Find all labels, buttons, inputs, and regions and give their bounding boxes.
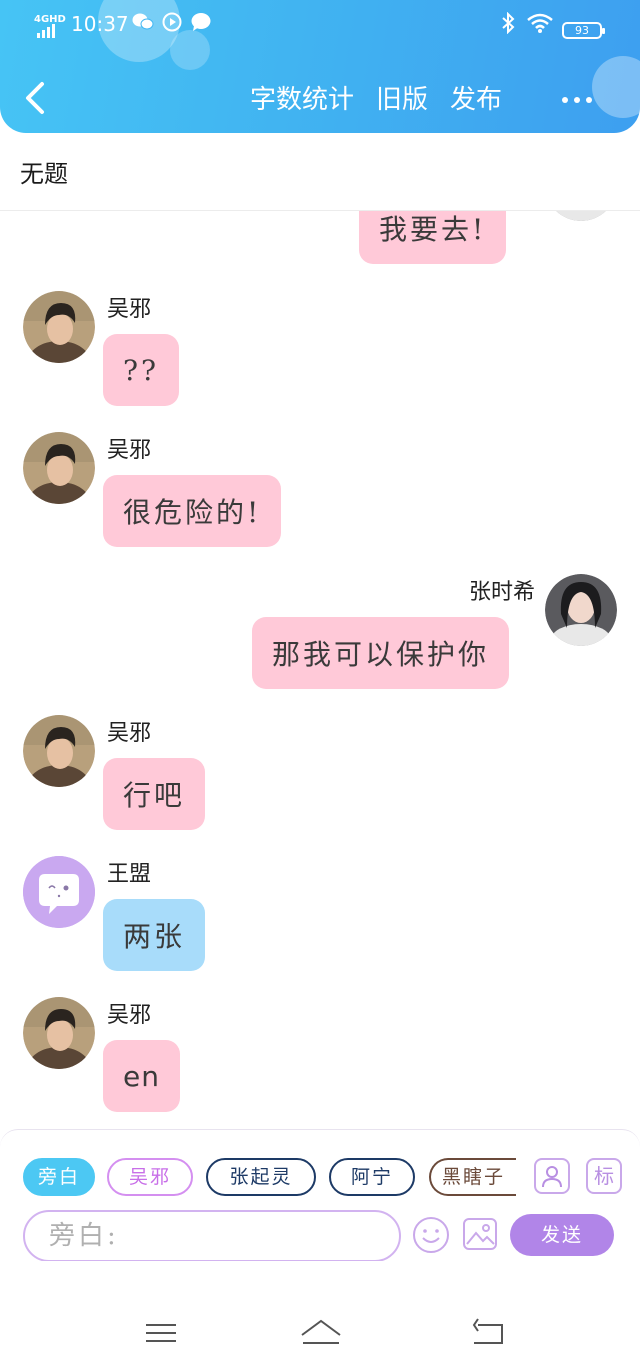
- home-icon: [301, 1319, 341, 1344]
- message-bubble[interactable]: 我要去!: [359, 211, 507, 264]
- chat-message: 张时希 那我可以保护你: [0, 574, 640, 689]
- chat-message: 吴邪 很危险的!: [0, 432, 640, 547]
- role-chip-narrator[interactable]: 旁白: [23, 1158, 95, 1196]
- video-icon: [162, 12, 182, 37]
- avatar-wu-xie[interactable]: [23, 715, 95, 787]
- more-dot-icon: [562, 97, 568, 103]
- message-icon: [190, 12, 212, 37]
- avatar-wang-meng[interactable]: [23, 856, 95, 928]
- mark-button[interactable]: 标: [586, 1158, 622, 1194]
- message-input[interactable]: [23, 1210, 401, 1262]
- message-bubble[interactable]: ??: [103, 334, 180, 406]
- wechat-icon: [132, 12, 154, 37]
- role-chip-hei-xiazi[interactable]: 黑瞎子: [429, 1158, 516, 1196]
- old-version-button[interactable]: 旧版: [376, 80, 428, 120]
- avatar-zhang-shixi[interactable]: [545, 574, 617, 646]
- input-area: 旁白 吴邪 张起灵 阿宁 黑瞎子 标 发送: [0, 1129, 640, 1262]
- chat-message: 我要去!: [0, 211, 640, 271]
- more-dot-icon: [586, 97, 592, 103]
- avatar-wu-xie[interactable]: [23, 432, 95, 504]
- sender-name: 张时希: [468, 580, 535, 605]
- publish-button[interactable]: 发布: [450, 80, 502, 120]
- role-chip-wu-xie[interactable]: 吴邪: [107, 1158, 193, 1196]
- signal-icon: [37, 24, 55, 38]
- chevron-left-icon: [26, 82, 44, 114]
- hamburger-icon: [146, 1324, 176, 1342]
- smiley-icon: [413, 1217, 449, 1253]
- title-bar: 无题: [0, 133, 640, 211]
- battery-indicator: 93: [562, 22, 605, 39]
- header-actions: 字数统计 旧版 发布: [250, 80, 502, 120]
- sender-name: 吴邪: [107, 1003, 152, 1028]
- message-bubble[interactable]: 两张: [103, 899, 206, 971]
- message-bubble[interactable]: 很危险的!: [103, 475, 282, 547]
- person-icon: [542, 1166, 562, 1188]
- sender-name: 王盟: [107, 862, 152, 887]
- emoji-button[interactable]: [412, 1216, 450, 1254]
- system-navigation-bar: [0, 1261, 640, 1372]
- word-count-button[interactable]: 字数统计: [250, 80, 354, 120]
- role-manage-button[interactable]: [534, 1158, 570, 1194]
- clock-time: 10:37: [71, 12, 129, 36]
- message-bubble[interactable]: 行吧: [103, 758, 206, 830]
- message-bubble[interactable]: 那我可以保护你: [252, 617, 510, 689]
- picture-icon: [463, 1218, 497, 1250]
- app-header: 4GHD 10:37 93 字数统计 旧版 发布: [0, 0, 640, 133]
- wifi-icon: [526, 12, 554, 39]
- message-bubble[interactable]: en: [103, 1040, 180, 1112]
- sender-name: 吴邪: [107, 721, 152, 746]
- status-bar: 4GHD 10:37 93: [0, 6, 640, 42]
- image-button[interactable]: [462, 1216, 498, 1252]
- home-nav-button[interactable]: [298, 1313, 344, 1353]
- more-options-button[interactable]: [562, 80, 602, 120]
- back-nav-button[interactable]: [470, 1313, 510, 1353]
- bluetooth-icon: [500, 11, 516, 39]
- sender-name: 吴邪: [107, 297, 152, 322]
- send-button[interactable]: 发送: [510, 1214, 614, 1256]
- return-icon: [472, 1318, 503, 1344]
- avatar-wu-xie[interactable]: [23, 997, 95, 1069]
- chat-message: 吴邪 行吧: [0, 715, 640, 830]
- story-title[interactable]: 无题: [20, 154, 68, 189]
- chat-message: 吴邪 ??: [0, 291, 640, 406]
- chat-message: 吴邪 en: [0, 997, 640, 1112]
- back-button[interactable]: [20, 80, 52, 120]
- avatar-zhang-shixi[interactable]: [545, 211, 617, 221]
- menu-nav-button[interactable]: [141, 1313, 181, 1353]
- sender-name: 吴邪: [107, 438, 152, 463]
- more-dot-icon: [574, 97, 580, 103]
- chat-message: 王盟 两张: [0, 856, 640, 971]
- role-chip-zhang-qiling[interactable]: 张起灵: [206, 1158, 316, 1196]
- role-chip-a-ning[interactable]: 阿宁: [329, 1158, 415, 1196]
- message-list[interactable]: 我要去! 吴邪 ?? 吴邪 很危险的! 张时希 那我可以保护你 吴邪 行吧 王盟…: [0, 211, 640, 1129]
- avatar-wu-xie[interactable]: [23, 291, 95, 363]
